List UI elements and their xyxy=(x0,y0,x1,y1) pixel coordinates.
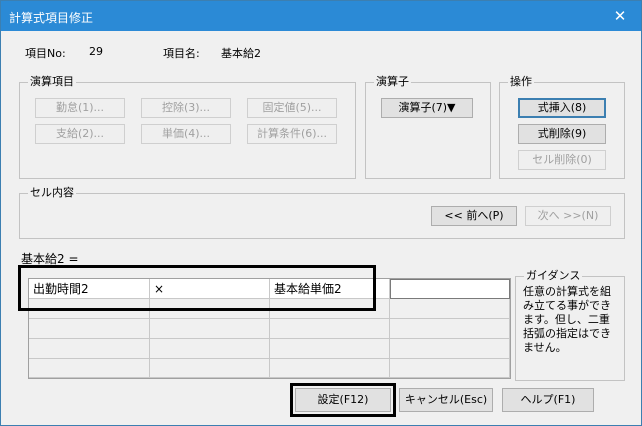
help-button[interactable]: ヘルプ(F1) xyxy=(502,388,594,412)
item-no-value: 29 xyxy=(89,45,103,58)
deduction-button[interactable]: 控除(3)... xyxy=(141,98,231,118)
grid-cell[interactable] xyxy=(150,319,270,339)
highlight-ok-button xyxy=(290,383,396,417)
cell-content-group-title: セル内容 xyxy=(28,186,76,200)
grid-cell[interactable] xyxy=(390,339,510,359)
payment-button[interactable]: 支給(2)... xyxy=(35,124,125,144)
close-icon[interactable]: ✕ xyxy=(599,1,641,31)
operator-dropdown-button[interactable]: 演算子(7)▼ xyxy=(381,98,473,118)
grid-cell[interactable] xyxy=(150,339,270,359)
delete-cell-button[interactable]: セル削除(0) xyxy=(518,150,606,170)
calc-condition-button[interactable]: 計算条件(6)... xyxy=(247,124,337,144)
delete-formula-button[interactable]: 式削除(9) xyxy=(518,124,606,144)
grid-cell[interactable] xyxy=(270,319,390,339)
prev-button[interactable]: << 前へ(P) xyxy=(431,206,517,226)
cell-content-group: セル内容 << 前へ(P) 次へ >>(N) xyxy=(19,186,625,239)
operation-group: 操作 式挿入(8) 式削除(9) セル削除(0) xyxy=(499,75,625,179)
grid-cell[interactable] xyxy=(29,319,150,339)
operand-group-title: 演算項目 xyxy=(28,75,76,89)
operation-group-title: 操作 xyxy=(508,75,534,89)
operator-group-title: 演算子 xyxy=(374,75,411,89)
grid-cell[interactable] xyxy=(390,319,510,339)
insert-formula-button[interactable]: 式挿入(8) xyxy=(518,98,606,118)
grid-cell[interactable] xyxy=(270,359,390,378)
attendance-button[interactable]: 勤怠(1)... xyxy=(35,98,125,118)
operator-group: 演算子 演算子(7)▼ xyxy=(365,75,491,179)
grid-cell[interactable] xyxy=(29,359,150,378)
cancel-button[interactable]: キャンセル(Esc) xyxy=(399,388,493,412)
next-button[interactable]: 次へ >>(N) xyxy=(525,206,611,226)
guidance-text: 任意の計算式を組み立てる事ができます。但し、二重括弧の指定はできません。 xyxy=(523,285,611,354)
formula-cell-4-input[interactable] xyxy=(390,279,510,299)
window-title: 計算式項目修正 xyxy=(9,11,94,25)
grid-cell[interactable] xyxy=(29,339,150,359)
fixed-value-button[interactable]: 固定値(5)... xyxy=(247,98,337,118)
dialog-window: 計算式項目修正 ✕ 項目No: 29 項目名: 基本給2 演算項目 勤怠(1).… xyxy=(0,0,642,426)
highlight-formula-box xyxy=(18,265,376,311)
item-name-label: 項目名: xyxy=(163,47,200,60)
grid-cell[interactable] xyxy=(390,359,510,378)
operand-group: 演算項目 勤怠(1)... 控除(3)... 固定値(5)... 支給(2)..… xyxy=(19,75,356,179)
grid-cell[interactable] xyxy=(390,299,510,319)
guidance-title: ガイダンス xyxy=(524,269,583,283)
item-name-value: 基本給2 xyxy=(221,47,261,60)
item-no-label: 項目No: xyxy=(25,47,66,60)
title-bar: 計算式項目修正 ✕ xyxy=(1,1,641,31)
grid-cell[interactable] xyxy=(270,339,390,359)
unit-price-button[interactable]: 単価(4)... xyxy=(141,124,231,144)
grid-cell[interactable] xyxy=(150,359,270,378)
